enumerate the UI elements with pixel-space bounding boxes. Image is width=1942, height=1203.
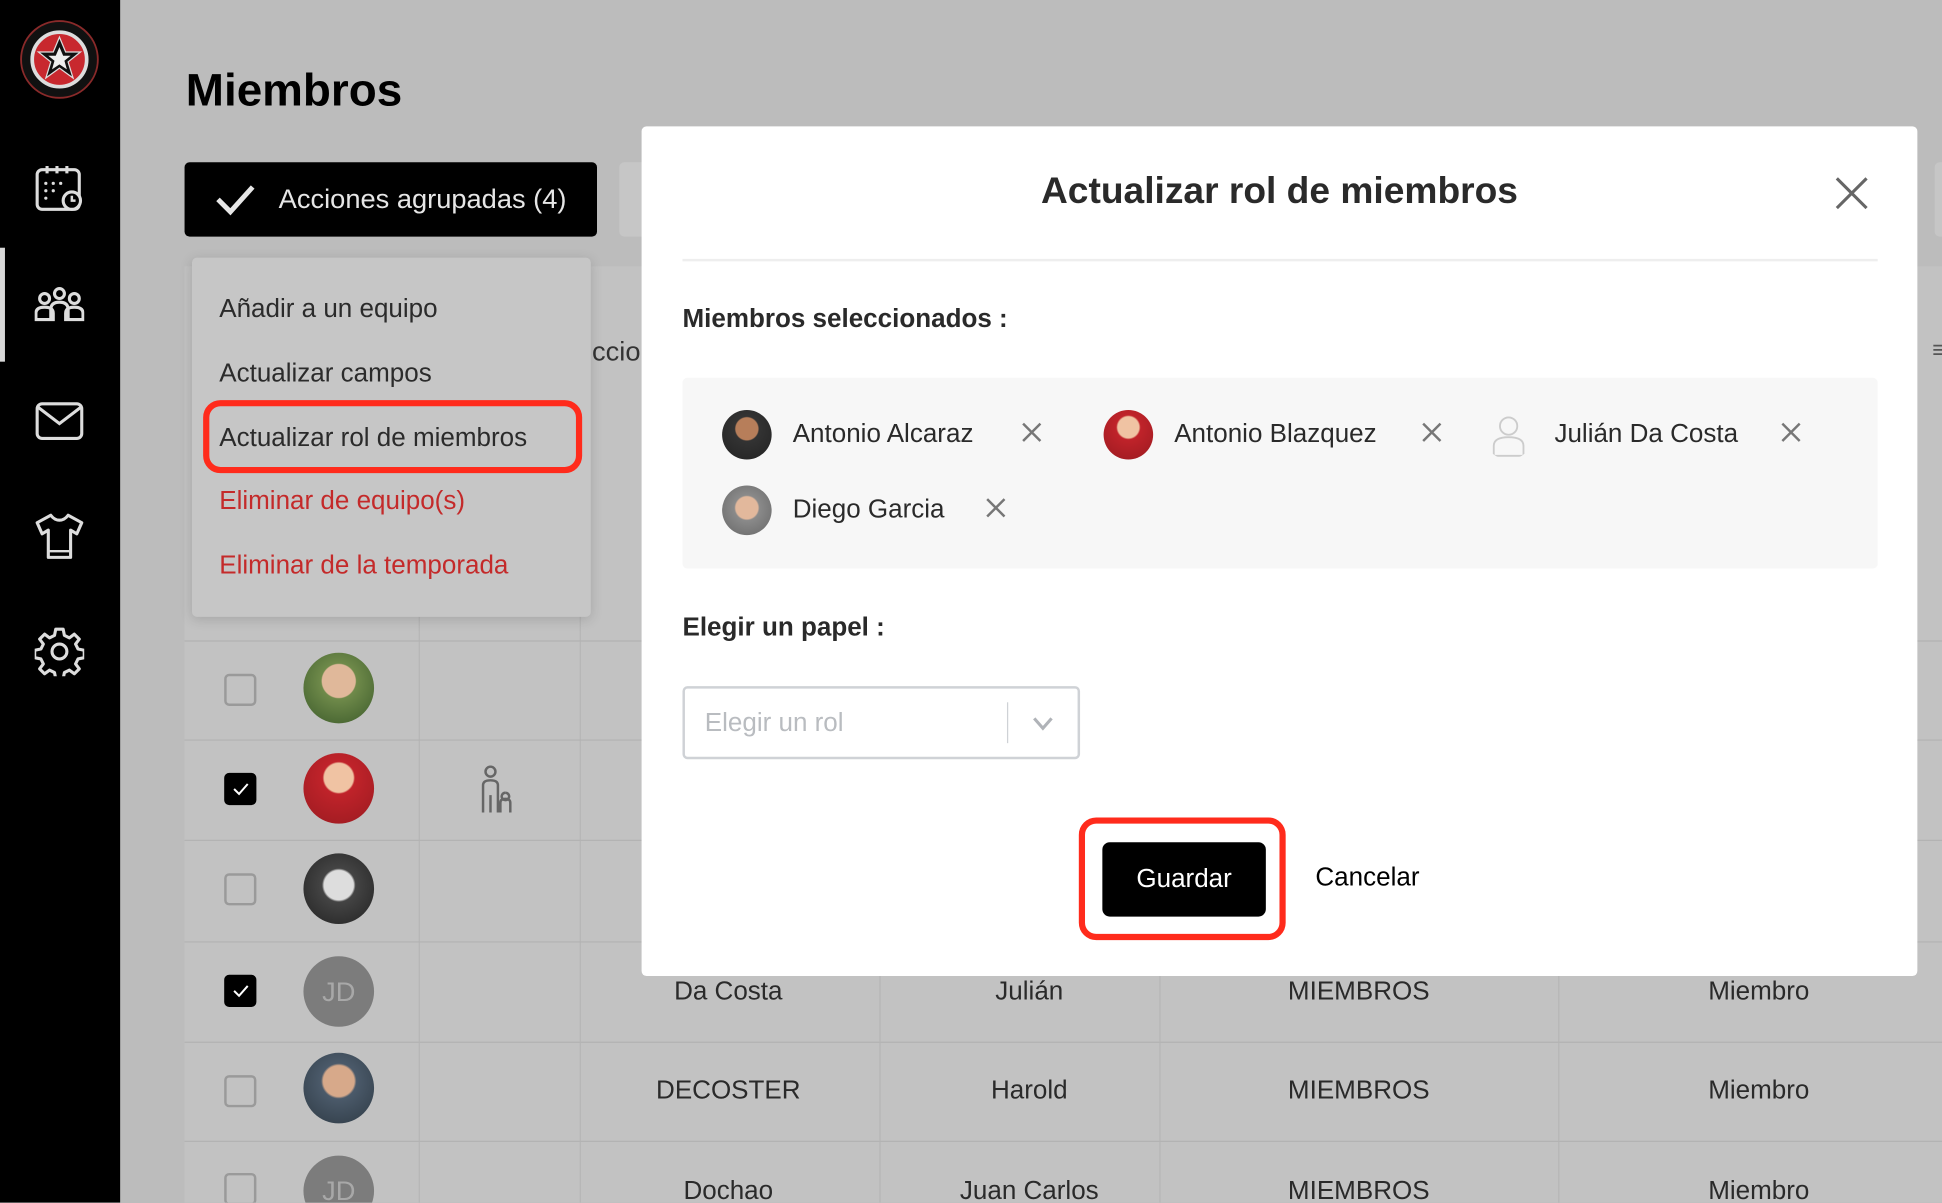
row-checkbox[interactable]: [224, 673, 257, 707]
selected-members-list: [682, 377, 1878, 569]
menu-item-remove-from-teams[interactable]: Eliminar de equipo(s): [219, 487, 465, 517]
role-label: Elegir un papel :: [682, 613, 885, 642]
cell-first-name: Julián: [995, 977, 1064, 1006]
cell-role: Miembro: [1708, 1076, 1810, 1105]
cell-group: MIEMBROS: [1287, 977, 1430, 1006]
member-chip-name: Antonio Blazquez: [1174, 419, 1377, 449]
avatar: [303, 652, 375, 724]
menu-item-add-to-team[interactable]: Añadir a un equipo: [219, 295, 437, 325]
menu-item-remove-from-season[interactable]: Eliminar de la temporada: [219, 551, 508, 581]
remove-member-icon[interactable]: [1780, 421, 1802, 443]
cell-last-name: Dochao: [683, 1176, 774, 1203]
shirt-icon[interactable]: [35, 510, 85, 560]
member-chip-name: Antonio Alcaraz: [792, 419, 974, 449]
mail-icon[interactable]: [35, 396, 85, 446]
avatar-initials: JD: [303, 956, 375, 1027]
row-checkbox[interactable]: [224, 772, 257, 806]
active-indicator: [0, 247, 5, 362]
bulk-actions-button[interactable]: Acciones agrupadas (4): [184, 162, 598, 237]
save-button[interactable]: Guardar: [1102, 842, 1266, 917]
remove-member-icon[interactable]: [1021, 421, 1043, 443]
cell-last-name: Da Costa: [674, 977, 783, 1006]
member-chip-name: Julián Da Costa: [1554, 419, 1739, 449]
column-menu-icon[interactable]: ≡: [1932, 337, 1942, 365]
remove-member-icon[interactable]: [985, 497, 1007, 519]
app-screen: ccio ≡ JD Da Costa Julián MIEMBROS Miemb…: [0, 0, 1942, 1203]
highlight-annotation: [203, 400, 583, 474]
cell-first-name: Harold: [990, 1076, 1068, 1105]
row-checkbox[interactable]: [224, 873, 257, 906]
row-checkbox[interactable]: [224, 1172, 257, 1203]
cell-first-name: Juan Carlos: [959, 1176, 1099, 1203]
sidebar: [0, 0, 121, 1203]
page-title: Miembros: [185, 64, 403, 116]
member-avatar: [722, 485, 772, 536]
member-chip-name: Diego Garcia: [792, 495, 945, 524]
menu-item-update-fields[interactable]: Actualizar campos: [219, 359, 432, 389]
club-logo[interactable]: [20, 20, 99, 99]
selected-members-label: Miembros seleccionados :: [682, 304, 1008, 334]
cell-role: Miembro: [1708, 1176, 1810, 1203]
role-select-placeholder: Elegir un rol: [704, 708, 844, 737]
toolbar-button-right[interactable]: [1934, 162, 1942, 237]
row-checkbox[interactable]: [224, 974, 257, 1007]
cell-last-name: DECOSTER: [656, 1076, 801, 1105]
remove-member-icon[interactable]: [1421, 421, 1443, 443]
cancel-button[interactable]: Cancelar: [1315, 863, 1419, 893]
column-header-partial: ccio: [592, 335, 641, 367]
row-checkbox[interactable]: [224, 1075, 257, 1108]
avatar: [303, 753, 375, 824]
select-separator: [1006, 702, 1009, 744]
calendar-clock-icon[interactable]: [35, 163, 85, 213]
avatar: [303, 853, 375, 924]
gear-icon[interactable]: [34, 627, 85, 677]
placeholder-person-icon: [1492, 416, 1525, 457]
chevron-down-icon[interactable]: [1031, 713, 1056, 733]
modal-divider: [682, 258, 1878, 262]
cell-role: Miembro: [1708, 977, 1810, 1006]
close-icon[interactable]: [1833, 175, 1870, 212]
parent-child-icon: [481, 765, 512, 813]
check-icon: [216, 185, 255, 216]
cell-group: MIEMBROS: [1287, 1176, 1430, 1203]
avatar: [303, 1052, 375, 1124]
modal-title: Actualizar rol de miembros: [1040, 170, 1518, 212]
cell-group: MIEMBROS: [1287, 1076, 1430, 1105]
users-icon[interactable]: [34, 280, 85, 330]
bulk-actions-label: Acciones agrupadas (4): [278, 183, 567, 215]
member-avatar: [1103, 409, 1154, 460]
member-avatar: [722, 409, 772, 460]
